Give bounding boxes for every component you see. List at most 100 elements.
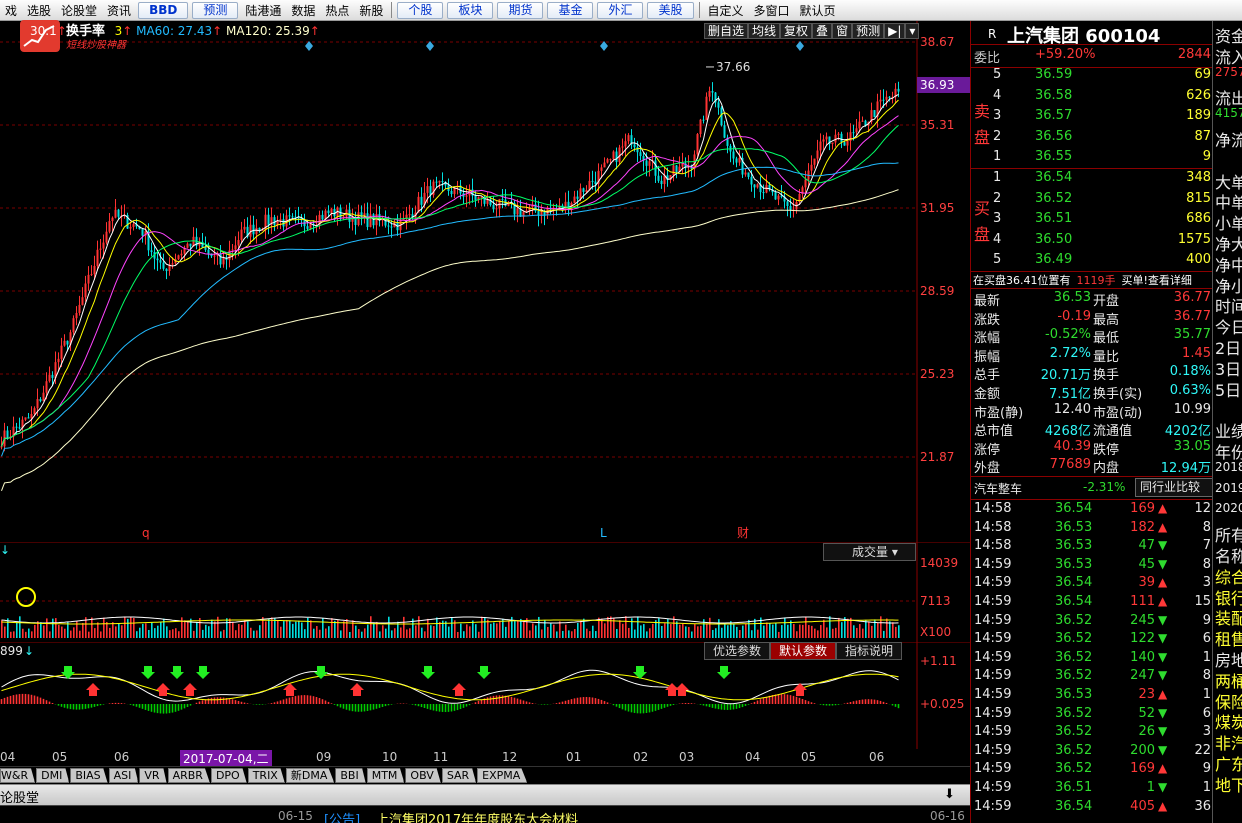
up-arrow-icon: [86, 683, 100, 696]
stat-row: 涨跌 -0.19 最高 36.77: [971, 309, 1213, 329]
indicator-tab[interactable]: ARBR: [167, 768, 210, 783]
news-tag[interactable]: [公告]: [324, 809, 360, 823]
candle-body: [288, 215, 291, 217]
overlay-button[interactable]: 叠: [812, 23, 833, 39]
indicator-tab[interactable]: TRIX: [247, 768, 285, 783]
volume-bar: [64, 628, 66, 638]
toolbar-item[interactable]: 默认页: [795, 2, 841, 19]
tick-price: 36.53: [1055, 687, 1093, 702]
volume-bar: [763, 625, 765, 638]
volume-bar: [616, 628, 618, 638]
volume-bar: [769, 623, 771, 638]
indicator-tab[interactable]: 新DMA: [285, 768, 335, 783]
tick-volume: 122: [1130, 631, 1155, 647]
volume-bar: [859, 624, 861, 638]
adjust-button[interactable]: 复权: [780, 23, 813, 39]
us-stock-button[interactable]: 美股: [647, 1, 694, 19]
stat-label: 金额: [974, 387, 1001, 402]
up-arrow-icon: [350, 683, 364, 696]
ask-volume: 189: [1186, 108, 1211, 124]
candle-body: [27, 417, 30, 419]
tick-row: 14:59 36.52 140 ▼ 1: [971, 650, 1213, 670]
predict-button[interactable]: 预测: [852, 23, 885, 39]
fund-button[interactable]: 基金: [547, 1, 594, 19]
chevron-down-icon[interactable]: ▾: [905, 23, 920, 39]
toolbar-item[interactable]: 资讯: [102, 2, 136, 19]
news-ticker[interactable]: 06-15 [公告] 上汽集团2017年年度股东大会材料 06-16: [0, 805, 970, 823]
forex-button[interactable]: 外汇: [597, 1, 644, 19]
volume-bar: [871, 625, 873, 638]
indicator-help-button[interactable]: 指标说明: [836, 642, 903, 660]
volume-bar: [757, 629, 759, 638]
dea-line: [1, 673, 899, 701]
indicator-tab[interactable]: SAR: [441, 768, 477, 783]
volume-bar: [97, 622, 99, 638]
sector-button[interactable]: 板块: [447, 1, 494, 19]
collapse-icon[interactable]: ▶|: [884, 23, 906, 39]
weibi-row: 委比 +59.20% 2844: [971, 47, 1213, 67]
indicator-buttons: 优选参数 默认参数 指标说明: [704, 642, 903, 660]
candle-body: [492, 205, 495, 210]
stat-label: 开盘: [1093, 294, 1120, 309]
toolbar-item[interactable]: 多窗口: [749, 2, 795, 19]
volume-bar: [169, 630, 171, 638]
kline-chart[interactable]: 38.67 35.31 31.95 28.59 25.23 21.87 36.93 37.66…: [0, 21, 970, 542]
order-notice-part: 买单!查看详细: [1121, 274, 1192, 287]
stat-value: -0.19: [1057, 308, 1091, 324]
delete-watchlist-button[interactable]: 删自选: [704, 23, 749, 39]
volume-bar: [778, 631, 780, 638]
window-button[interactable]: 窗: [832, 23, 853, 39]
indicator-tab[interactable]: OBV: [405, 768, 441, 783]
volume-bar: [70, 630, 72, 638]
indicator-tab[interactable]: BBI: [335, 768, 366, 783]
bottom-bar-label[interactable]: 论股堂: [0, 787, 39, 806]
toolbar-item[interactable]: 戏: [0, 2, 22, 19]
bid-volume: 815: [1186, 190, 1211, 206]
optimal-params-button[interactable]: 优选参数: [704, 642, 771, 660]
volume-bar: [682, 624, 684, 638]
indicator-tab[interactable]: W&R: [0, 768, 36, 783]
toolbar-item[interactable]: 数据: [286, 2, 320, 19]
toolbar-item[interactable]: 陆港通: [240, 2, 286, 19]
volume-bar: [841, 622, 843, 638]
order-notice[interactable]: 在买盘36.41位置有 1119手 买单!查看详细: [973, 272, 1198, 288]
volume-bar: [451, 617, 453, 638]
toolbar-item[interactable]: 热点: [320, 2, 354, 19]
candle-body: [390, 226, 393, 228]
industry-compare-button[interactable]: 同行业比较: [1135, 478, 1213, 497]
volume-dropdown[interactable]: 成交量 ▾: [823, 543, 916, 561]
candle-body: [267, 214, 270, 225]
indicator-tab[interactable]: VR: [139, 768, 167, 783]
up-arrow-icon: ▲: [1158, 575, 1168, 590]
ask-price: 36.57: [1035, 108, 1073, 124]
bbd-button[interactable]: BBD: [138, 1, 189, 19]
futures-button[interactable]: 期货: [497, 1, 544, 19]
date-tick-label: 01: [566, 750, 582, 764]
stock-button[interactable]: 个股: [397, 1, 444, 19]
candle-body: [699, 119, 702, 135]
news-title[interactable]: 上汽集团2017年年度股东大会材料: [376, 809, 578, 823]
candle-body: [60, 345, 63, 359]
default-params-button[interactable]: 默认参数: [770, 642, 837, 660]
tick-time: 14:59: [974, 724, 1012, 740]
candle-body: [156, 258, 159, 261]
tick-price: 36.52: [1055, 761, 1093, 777]
down-arrow-icon: [141, 666, 155, 679]
indicator-tab[interactable]: EXPMA: [477, 768, 528, 783]
download-icon[interactable]: ⬇: [944, 787, 955, 802]
indicator-tab[interactable]: DPO: [210, 768, 247, 783]
indicator-tab[interactable]: ASI: [108, 768, 139, 783]
ma-button[interactable]: 均线: [748, 23, 781, 39]
candle-body: [576, 196, 579, 199]
toolbar-item[interactable]: 自定义: [703, 2, 749, 19]
volume-bar: [433, 626, 435, 638]
bid-price: 36.52: [1035, 190, 1073, 206]
toolbar-item[interactable]: 论股堂: [56, 2, 102, 19]
volume-bar: [376, 621, 378, 638]
toolbar-item[interactable]: 选股: [22, 2, 56, 19]
indicator-tab[interactable]: DMI: [36, 768, 70, 783]
toolbar-item[interactable]: 新股: [354, 2, 388, 19]
indicator-tab[interactable]: BIAS: [70, 768, 108, 783]
indicator-tab[interactable]: MTM: [366, 768, 405, 783]
forecast-button[interactable]: 预测: [192, 1, 239, 19]
